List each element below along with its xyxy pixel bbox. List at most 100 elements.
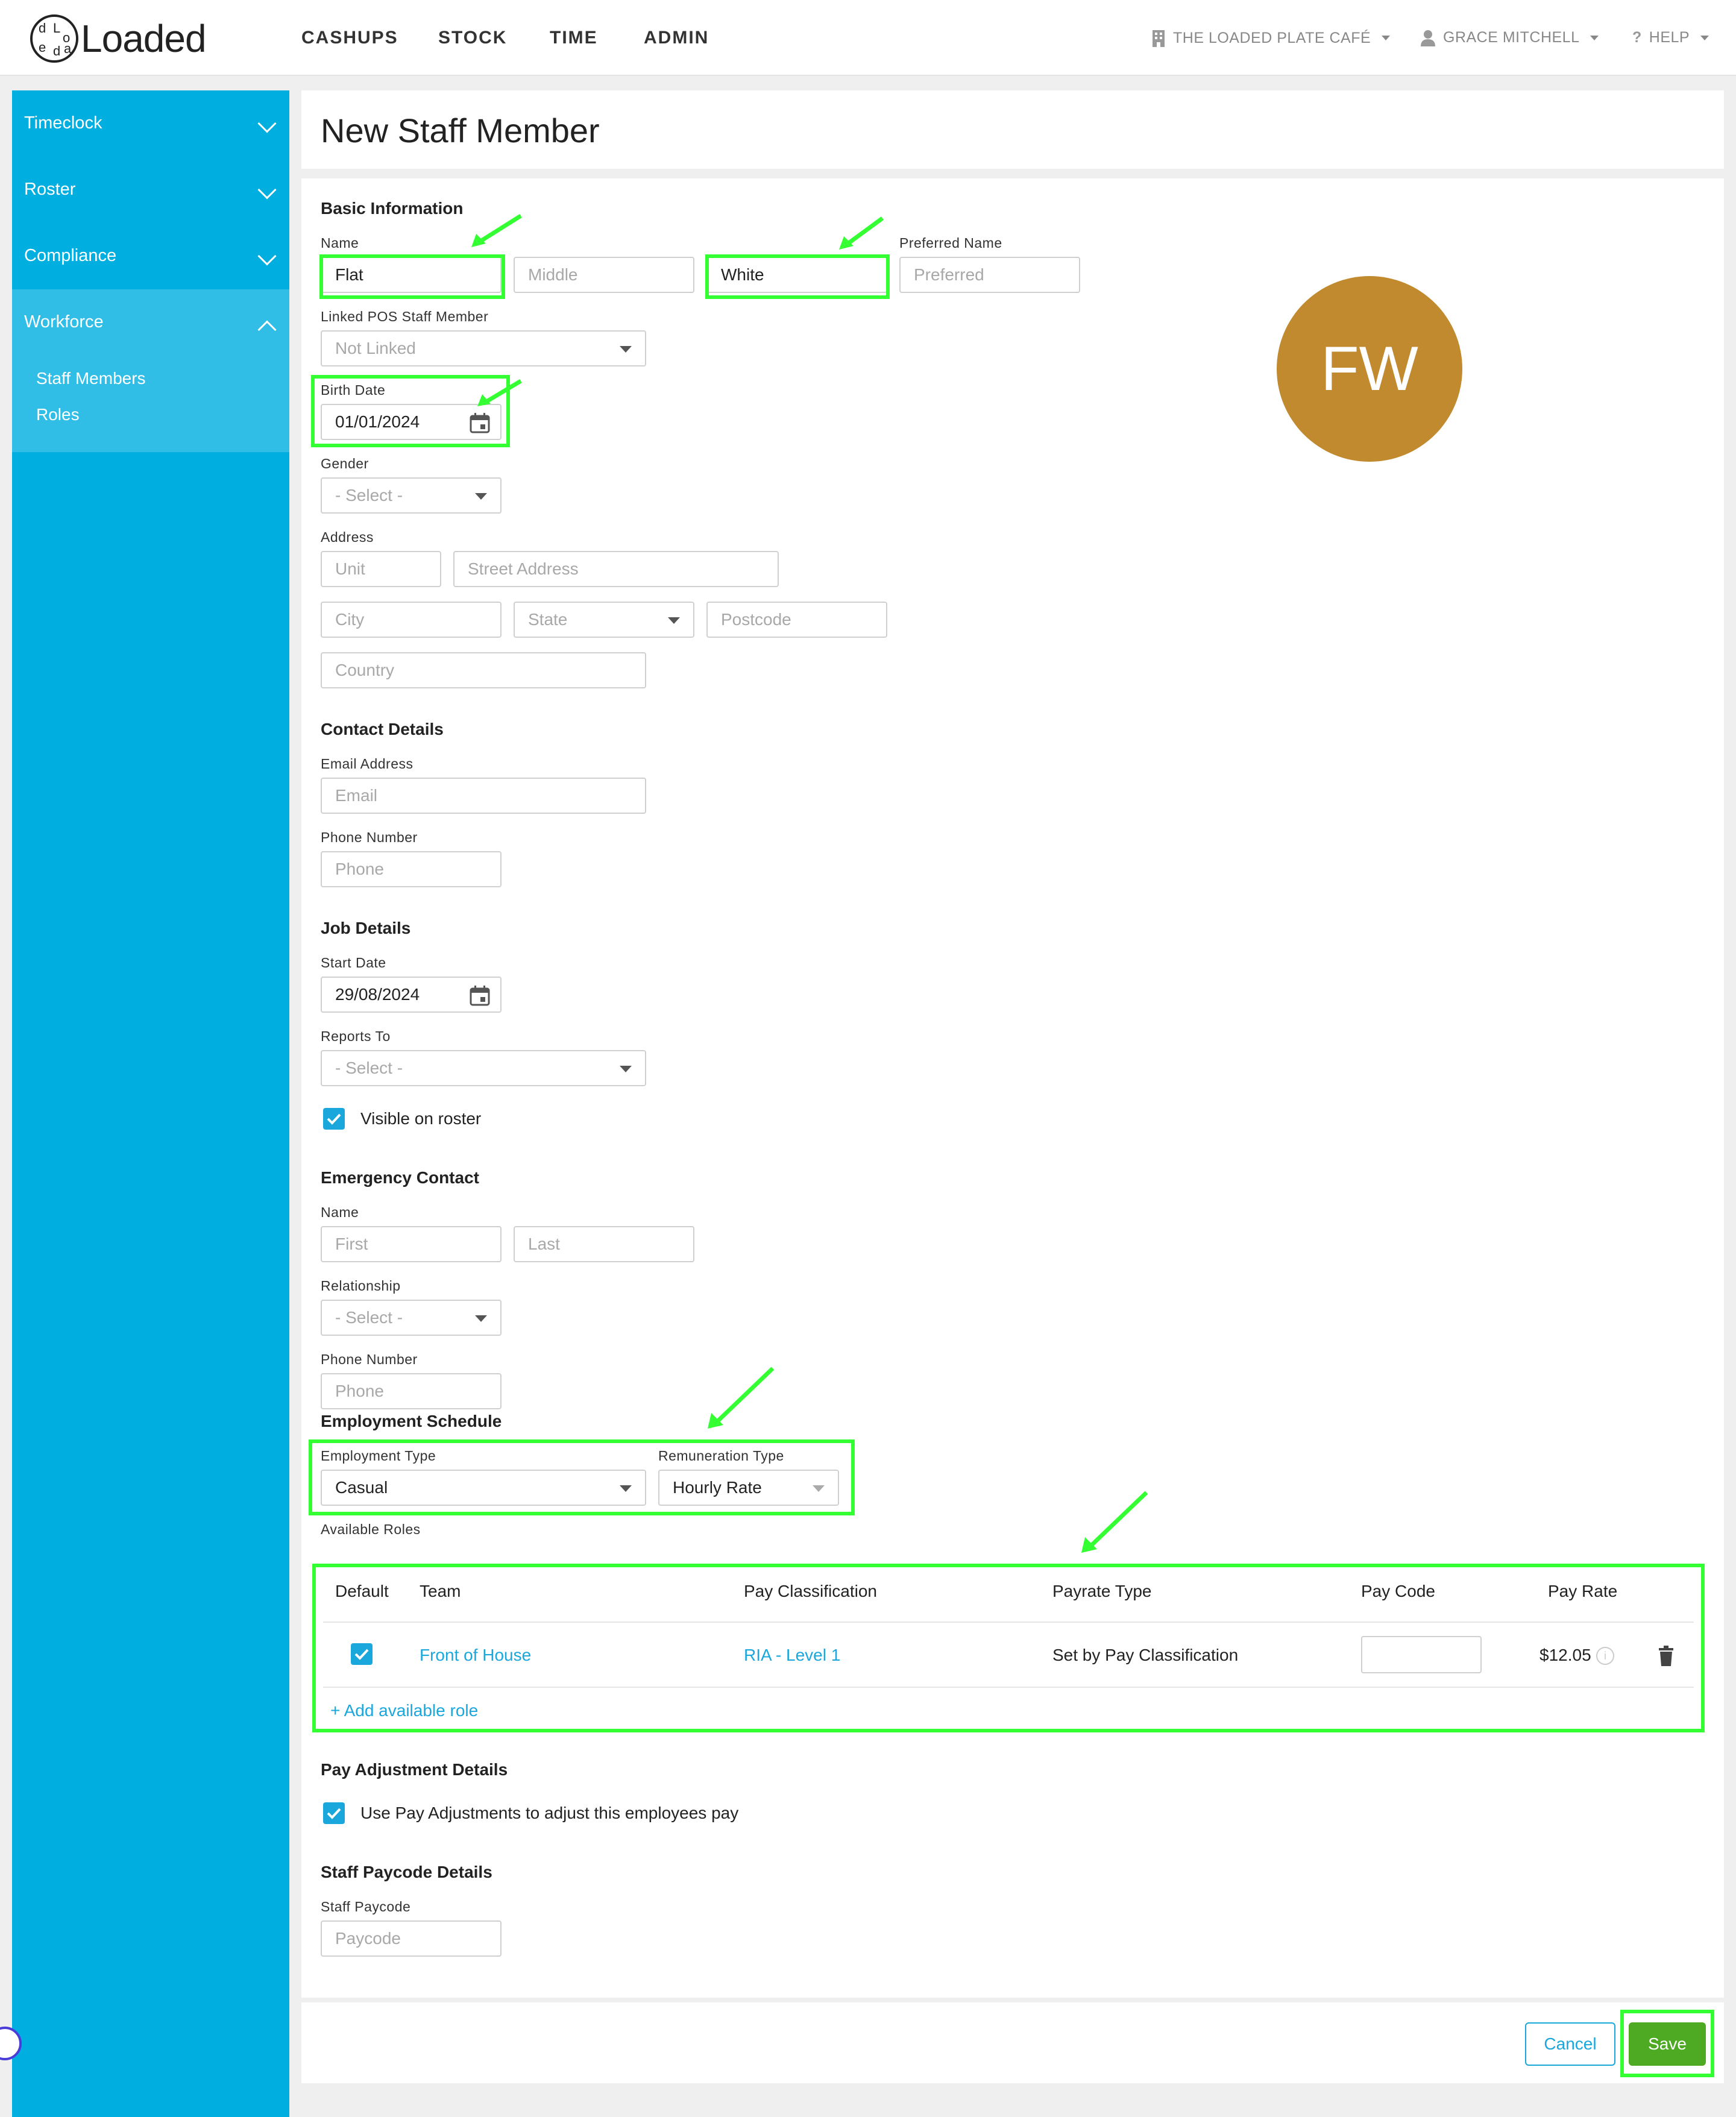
chevron-down-icon <box>257 114 277 133</box>
section-pay-adjustment: Pay Adjustment Details <box>321 1760 508 1779</box>
help-menu[interactable]: ? HELP <box>1632 29 1709 46</box>
preferred-name-label: Preferred Name <box>899 235 1002 251</box>
user-menu[interactable]: GRACE MITCHELL <box>1420 29 1599 46</box>
linked-pos-select[interactable]: Not Linked <box>321 330 646 366</box>
chevron-down-icon <box>1382 36 1391 40</box>
reports-to-label: Reports To <box>321 1028 391 1044</box>
last-name-input[interactable]: White <box>706 257 887 293</box>
section-basic-information: Basic Information <box>321 199 464 218</box>
section-emergency-contact: Emergency Contact <box>321 1168 479 1187</box>
logo-mark: d L o e d a <box>30 14 78 63</box>
top-bar: d L o e d a Loaded CASHUPS STOCK TIME AD… <box>0 0 1736 76</box>
pay-classification-link[interactable]: RIA - Level 1 <box>744 1646 840 1665</box>
table-divider <box>323 1687 1694 1688</box>
col-pay-rate: Pay Rate <box>1548 1582 1618 1600</box>
remuneration-type-select[interactable]: Hourly Rate <box>658 1470 839 1506</box>
pay-adjustments-checkbox[interactable] <box>323 1802 345 1824</box>
venue-selector[interactable]: THE LOADED PLATE CAFÉ <box>1151 29 1391 47</box>
table-row: Front of House RIA - Level 1 Set by Pay … <box>318 1623 1699 1687</box>
reports-to-select[interactable]: - Select - <box>321 1050 646 1086</box>
visible-on-roster-label: Visible on roster <box>360 1109 482 1128</box>
title-card: New Staff Member <box>301 90 1724 169</box>
start-date-input[interactable]: 29/08/2024 <box>321 977 502 1013</box>
chevron-down-icon <box>257 247 277 266</box>
middle-name-input[interactable]: Middle <box>514 257 694 293</box>
remuneration-type-label: Remuneration Type <box>658 1448 784 1464</box>
birth-date-input[interactable]: 01/01/2024 <box>321 404 502 440</box>
sidebar-item-roster[interactable]: Roster <box>12 157 289 223</box>
preferred-name-input[interactable]: Preferred <box>899 257 1080 293</box>
cancel-button[interactable]: Cancel <box>1525 2022 1615 2066</box>
first-name-input[interactable]: Flat <box>321 257 502 293</box>
postcode-input[interactable]: Postcode <box>706 602 887 638</box>
emergency-phone-input[interactable]: Phone <box>321 1373 502 1409</box>
sidebar-item-workforce[interactable]: Workforce Staff Members Roles <box>12 289 289 452</box>
col-pay-code: Pay Code <box>1361 1582 1435 1600</box>
state-select[interactable]: State <box>514 602 694 638</box>
nav-admin[interactable]: ADMIN <box>644 28 709 48</box>
emergency-last-input[interactable]: Last <box>514 1226 694 1262</box>
check-icon <box>327 1113 341 1125</box>
unit-input[interactable]: Unit <box>321 551 441 587</box>
payrate-type-value: Set by Pay Classification <box>1052 1646 1239 1664</box>
logo[interactable]: d L o e d a Loaded <box>30 13 207 64</box>
gender-select[interactable]: - Select - <box>321 477 502 514</box>
save-button[interactable]: Save <box>1629 2022 1706 2066</box>
col-default: Default <box>335 1582 389 1600</box>
emergency-phone-label: Phone Number <box>321 1351 418 1367</box>
help-icon: ? <box>1632 29 1642 46</box>
birth-date-label: Birth Date <box>321 382 386 398</box>
col-team: Team <box>420 1582 461 1600</box>
visible-on-roster-checkbox[interactable] <box>323 1108 345 1130</box>
email-label: Email Address <box>321 756 414 772</box>
phone-input[interactable]: Phone <box>321 851 502 887</box>
roles-table: Default Team Pay Classification Payrate … <box>318 1564 1699 1726</box>
name-label: Name <box>321 235 359 251</box>
team-link[interactable]: Front of House <box>420 1646 531 1665</box>
caret-down-icon <box>475 1315 487 1322</box>
country-input[interactable]: Country <box>321 652 646 688</box>
staff-paycode-input[interactable]: Paycode <box>321 1920 502 1957</box>
pay-rate-value: $12.05 <box>1539 1646 1591 1664</box>
col-payrate-type: Payrate Type <box>1052 1582 1152 1600</box>
sidebar-sub-staff-members[interactable]: Staff Members <box>36 369 146 388</box>
info-icon[interactable]: i <box>1596 1647 1614 1665</box>
nav-cashups[interactable]: CASHUPS <box>301 28 398 48</box>
pay-code-input[interactable] <box>1361 1636 1482 1673</box>
staff-paycode-label: Staff Paycode <box>321 1899 411 1914</box>
email-input[interactable]: Email <box>321 778 646 814</box>
caret-down-icon <box>620 346 632 353</box>
caret-down-icon <box>620 1485 632 1492</box>
chevron-down-icon <box>1590 35 1599 40</box>
sidebar: Timeclock Roster Compliance Workforce St… <box>12 90 289 2117</box>
add-available-role-link[interactable]: + Add available role <box>330 1701 478 1720</box>
sidebar-item-timeclock[interactable]: Timeclock <box>12 90 289 157</box>
calendar-icon[interactable] <box>469 412 491 434</box>
section-staff-paycode: Staff Paycode Details <box>321 1863 492 1881</box>
chevron-down-icon <box>1700 35 1709 40</box>
caret-down-icon <box>475 493 487 500</box>
logo-text: Loaded <box>81 17 207 60</box>
nav-stock[interactable]: STOCK <box>438 28 507 48</box>
sidebar-item-compliance[interactable]: Compliance <box>12 223 289 289</box>
pay-adjustments-label: Use Pay Adjustments to adjust this emplo… <box>360 1804 739 1822</box>
linked-pos-label: Linked POS Staff Member <box>321 309 489 324</box>
page-title: New Staff Member <box>321 112 600 149</box>
nav-time[interactable]: TIME <box>550 28 598 48</box>
street-address-input[interactable]: Street Address <box>453 551 779 587</box>
emergency-first-input[interactable]: First <box>321 1226 502 1262</box>
help-label: HELP <box>1649 29 1690 46</box>
section-employment-schedule: Employment Schedule <box>321 1412 502 1430</box>
caret-down-icon <box>620 1066 632 1072</box>
relationship-select[interactable]: - Select - <box>321 1300 502 1336</box>
check-icon <box>354 1649 369 1660</box>
chevron-down-icon <box>257 180 277 200</box>
default-role-checkbox[interactable] <box>351 1643 373 1665</box>
sidebar-sub-roles[interactable]: Roles <box>36 405 80 424</box>
employment-type-select[interactable]: Casual <box>321 1470 646 1506</box>
trash-icon[interactable] <box>1658 1646 1675 1666</box>
city-input[interactable]: City <box>321 602 502 638</box>
caret-down-icon <box>813 1485 825 1492</box>
section-contact-details: Contact Details <box>321 720 444 738</box>
calendar-icon[interactable] <box>469 985 491 1007</box>
